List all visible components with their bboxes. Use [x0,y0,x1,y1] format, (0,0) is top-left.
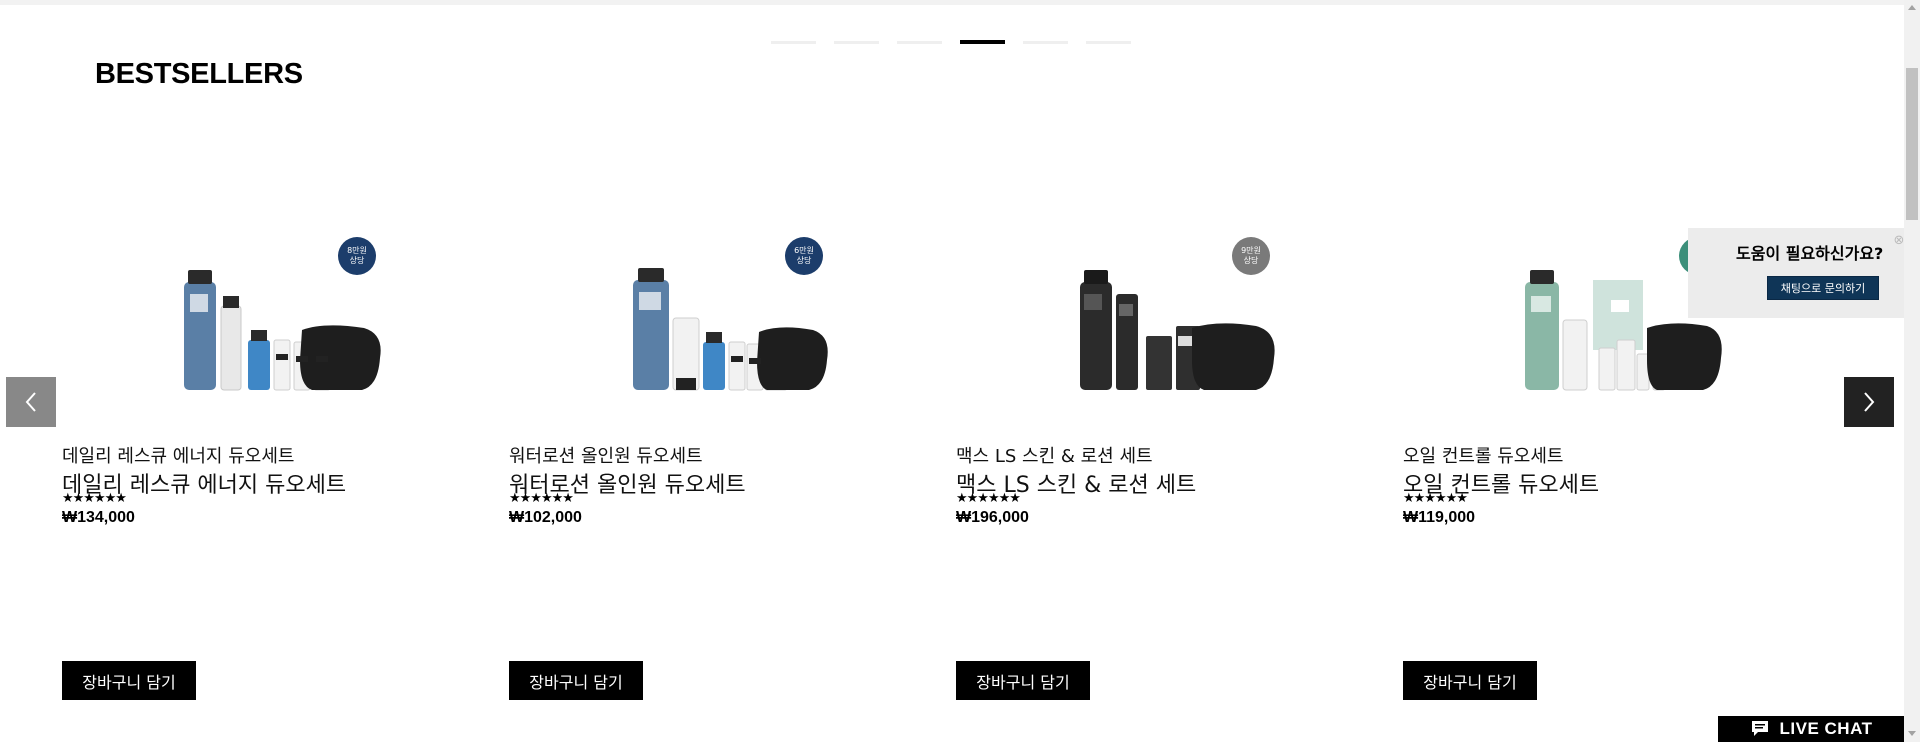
carousel-pagination [771,40,1131,44]
section-title: BESTSELLERS [95,58,303,90]
product-card: 9만원 상당 맥스 LS 스킨 & 로션 세트 맥스 LS 스킨 & 로션 세트… [956,230,1336,700]
help-popup-title: 도움이 필요하신가요? [1736,244,1884,263]
pagination-dot[interactable] [771,41,816,44]
chevron-left-icon [25,392,36,412]
help-popup: ⊗ 도움이 필요하신가요? 채팅으로 문의하기 [1688,228,1904,318]
product-price: ₩119,000 [1403,509,1476,526]
badge-text: 상당 [349,256,365,265]
scroll-up-icon[interactable] [1908,5,1916,10]
carousel-prev-button[interactable] [6,377,56,427]
rating-stars: ★★★★★★ [1403,491,1468,506]
add-to-cart-button[interactable]: 장바구니 담기 [1403,661,1537,700]
badge-text: 9만원 [1241,246,1261,255]
gift-value-badge: 9만원 상당 [1232,237,1270,275]
pagination-dot[interactable] [1023,41,1068,44]
pagination-dot[interactable] [834,41,879,44]
chat-bubble-icon [1751,721,1768,736]
product-image[interactable]: 8만원 상당 [62,230,442,400]
gift-value-badge: 8만원 상당 [338,237,376,275]
scroll-thumb[interactable] [1906,68,1918,220]
add-to-cart-button[interactable]: 장바구니 담기 [509,661,643,700]
gift-value-badge: 6만원 상당 [785,237,823,275]
rating-stars: ★★★★★★ [509,491,574,506]
chat-inquiry-button[interactable]: 채팅으로 문의하기 [1767,276,1879,300]
pagination-dot-active[interactable] [960,40,1005,44]
product-image[interactable]: 9만원 상당 [956,230,1336,400]
badge-text: 8만원 [347,246,367,255]
add-to-cart-button[interactable]: 장바구니 담기 [956,661,1090,700]
live-chat-label: LIVE CHAT [1779,719,1873,738]
rating-stars: ★★★★★★ [956,491,1021,506]
rating-stars: ★★★★★★ [62,491,127,506]
product-image[interactable]: 6만원 상당 [509,230,889,400]
product-name[interactable]: 오일 컨트롤 듀오세트 [1403,442,1563,468]
product-name[interactable]: 데일리 레스큐 에너지 듀오세트 [62,442,294,468]
badge-text: 상당 [1243,256,1259,265]
product-card: 8만원 상당 데일리 레스큐 에너지 듀오세트 데일리 레스큐 에너지 듀오세트… [62,230,442,700]
page-scrollbar[interactable] [1904,0,1920,742]
scroll-down-icon[interactable] [1908,731,1916,736]
badge-text: 6만원 [794,246,814,255]
product-price: ₩102,000 [509,509,582,526]
pagination-dot[interactable] [1086,41,1131,44]
top-divider [0,0,1904,5]
live-chat-button[interactable]: LIVE CHAT [1718,716,1904,742]
pagination-dot[interactable] [897,41,942,44]
product-price: ₩134,000 [62,509,135,526]
add-to-cart-button[interactable]: 장바구니 담기 [62,661,196,700]
product-name[interactable]: 워터로션 올인원 듀오세트 [509,442,703,468]
product-card: 6만원 상당 워터로션 올인원 듀오세트 워터로션 올인원 듀오세트 ★★★★★… [509,230,889,700]
badge-text: 상당 [796,256,812,265]
chevron-right-icon [1864,392,1875,412]
product-price: ₩196,000 [956,509,1029,526]
carousel-next-button[interactable] [1844,377,1894,427]
product-name[interactable]: 맥스 LS 스킨 & 로션 세트 [956,442,1153,468]
